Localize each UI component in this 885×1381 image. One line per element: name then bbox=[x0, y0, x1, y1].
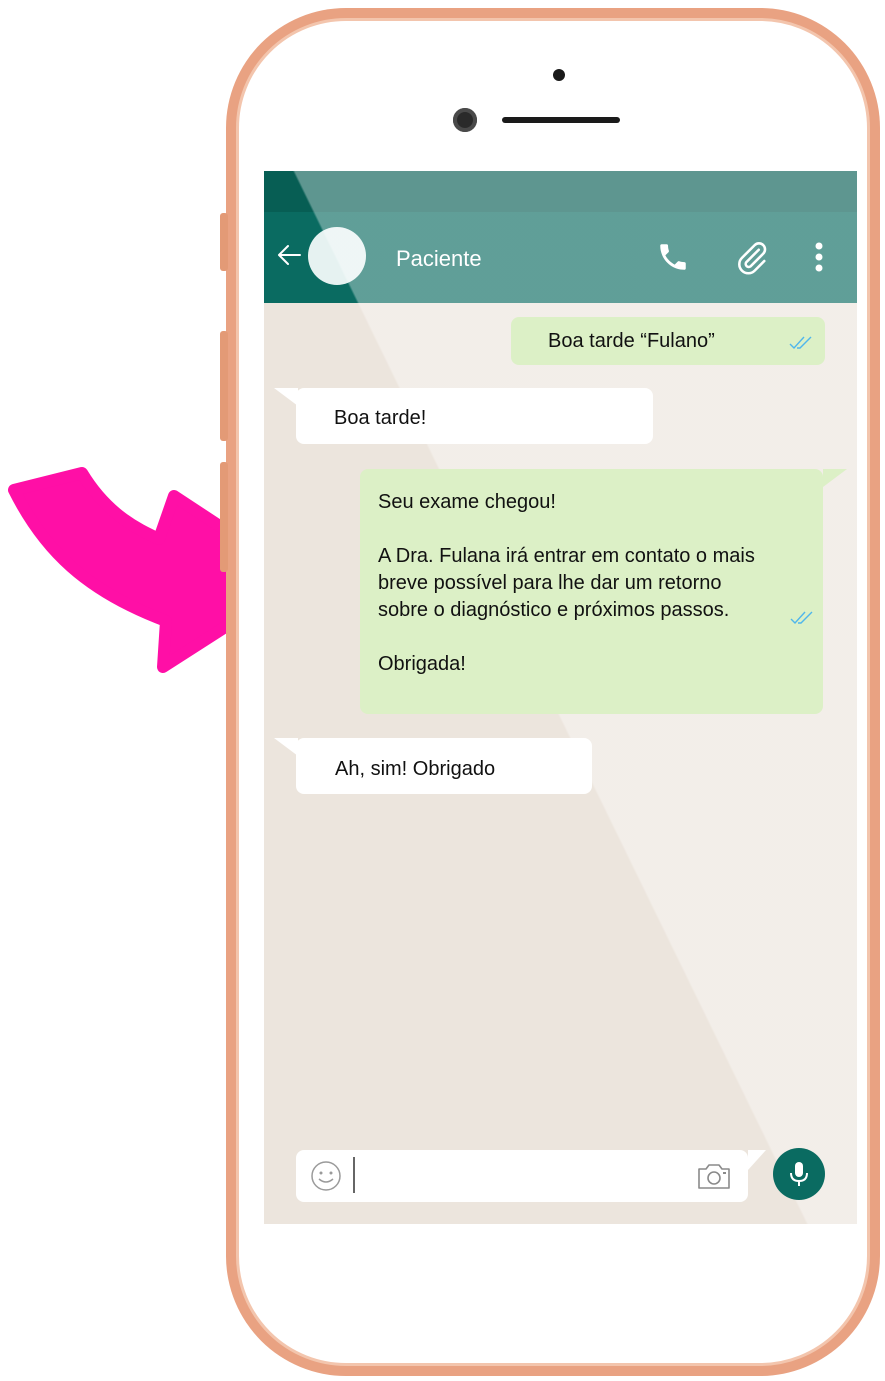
camera-icon[interactable] bbox=[696, 1161, 732, 1191]
message-line bbox=[378, 516, 755, 543]
message-text: Seu exame chegou! A Dra. Fulana irá entr… bbox=[378, 489, 755, 678]
bubble-tail bbox=[274, 738, 298, 756]
mute-switch bbox=[220, 213, 228, 271]
message-bubble-outgoing[interactable]: Boa tarde “Fulano” bbox=[511, 317, 825, 365]
volume-down-button bbox=[220, 462, 228, 572]
front-camera-icon bbox=[453, 108, 477, 132]
chat-screen: Paciente Boa tarde “Fulano” Boa tarde! S… bbox=[264, 171, 857, 1224]
chat-header: Paciente bbox=[264, 212, 857, 303]
volume-up-button bbox=[220, 331, 228, 441]
message-input[interactable] bbox=[296, 1150, 748, 1202]
proximity-sensor bbox=[553, 69, 565, 81]
microphone-button[interactable] bbox=[773, 1148, 825, 1200]
read-ticks-icon bbox=[789, 336, 812, 350]
message-line: Obrigada! bbox=[378, 653, 466, 675]
message-bubble-incoming[interactable]: Ah, sim! Obrigado bbox=[296, 738, 592, 794]
composer-tail bbox=[748, 1150, 766, 1170]
phone-icon[interactable] bbox=[656, 240, 690, 274]
message-line: Seu exame chegou! bbox=[378, 491, 556, 513]
message-text: Boa tarde! bbox=[334, 407, 427, 429]
message-bubble-outgoing[interactable]: Seu exame chegou! A Dra. Fulana irá entr… bbox=[360, 469, 823, 714]
message-line: breve possível para lhe dar um retorno bbox=[378, 572, 722, 594]
microphone-icon bbox=[790, 1162, 808, 1186]
status-bar bbox=[264, 171, 857, 212]
message-line bbox=[378, 624, 755, 651]
paperclip-icon[interactable] bbox=[734, 240, 770, 276]
bubble-tail bbox=[274, 388, 298, 406]
text-cursor bbox=[353, 1157, 355, 1193]
message-text: Boa tarde “Fulano” bbox=[548, 330, 715, 352]
avatar[interactable] bbox=[308, 227, 366, 285]
message-bubble-incoming[interactable]: Boa tarde! bbox=[296, 388, 653, 444]
message-text: Ah, sim! Obrigado bbox=[335, 758, 496, 780]
bubble-tail bbox=[823, 469, 847, 487]
earpiece-speaker bbox=[502, 117, 620, 123]
emoji-icon[interactable] bbox=[310, 1160, 342, 1192]
back-arrow-icon[interactable] bbox=[276, 242, 302, 268]
read-ticks-icon bbox=[790, 611, 813, 625]
message-line: A Dra. Fulana irá entrar em contato o ma… bbox=[378, 545, 755, 567]
message-line: sobre o diagnóstico e próximos passos. bbox=[378, 599, 730, 621]
contact-name[interactable]: Paciente bbox=[396, 246, 482, 272]
more-vert-icon[interactable] bbox=[812, 240, 826, 276]
